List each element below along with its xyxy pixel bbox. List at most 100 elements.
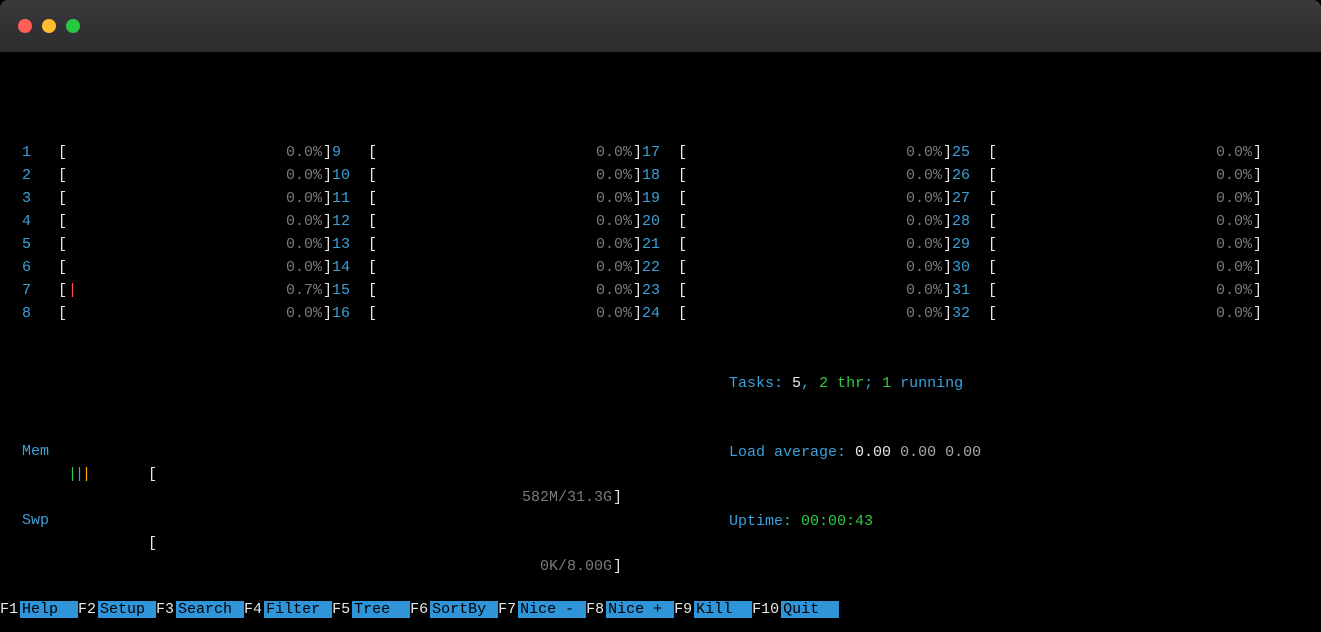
cpu-label: 30 xyxy=(952,256,988,279)
cpu-meter-10: 10[0.0%] xyxy=(332,164,642,187)
fnbtn-sortby[interactable]: SortBy xyxy=(430,601,498,618)
cpu-label: 26 xyxy=(952,164,988,187)
cpu-pct: 0.0% xyxy=(596,164,632,187)
fnbtn-kill[interactable]: Kill xyxy=(694,601,752,618)
cpu-pct: 0.0% xyxy=(1216,302,1252,325)
cpu-pct: 0.7% xyxy=(286,279,322,302)
cpu-label: 15 xyxy=(332,279,368,302)
cpu-pct: 0.0% xyxy=(286,302,322,325)
cpu-pct: 0.0% xyxy=(596,187,632,210)
cpu-pct: 0.0% xyxy=(286,141,322,164)
cpu-pct: 0.0% xyxy=(1216,256,1252,279)
terminal-window: 1[0.0%]2[0.0%]3[0.0%]4[0.0%]5[0.0%]6[0.0… xyxy=(0,0,1321,632)
cpu-bar: [0.0%] xyxy=(988,279,1262,302)
cpu-meter-25: 25[0.0%] xyxy=(952,141,1262,164)
cpu-bar: [0.0%] xyxy=(368,210,642,233)
cpu-pct: 0.0% xyxy=(596,141,632,164)
cpu-meter-30: 30[0.0%] xyxy=(952,256,1262,279)
fnkey-f4: F4 xyxy=(244,601,264,618)
cpu-pct: 0.0% xyxy=(906,141,942,164)
cpu-label: 29 xyxy=(952,233,988,256)
cpu-bar: [0.0%] xyxy=(368,141,642,164)
cpu-meter-5: 5[0.0%] xyxy=(22,233,332,256)
cpu-label: 9 xyxy=(332,141,368,164)
cpu-label: 8 xyxy=(22,302,58,325)
maximize-icon[interactable] xyxy=(66,19,80,33)
cpu-meter-12: 12[0.0%] xyxy=(332,210,642,233)
cpu-bar: [0.0%] xyxy=(678,210,952,233)
cpu-bar: [0.0%] xyxy=(368,302,642,325)
cpu-meter-11: 11[0.0%] xyxy=(332,187,642,210)
fnbtn-tree[interactable]: Tree xyxy=(352,601,410,618)
cpu-pct: 0.0% xyxy=(906,164,942,187)
cpu-meter-31: 31[0.0%] xyxy=(952,279,1262,302)
cpu-pct: 0.0% xyxy=(1216,279,1252,302)
cpu-bar: [|0.7%] xyxy=(58,279,332,302)
fnbtn-search[interactable]: Search xyxy=(176,601,244,618)
cpu-pct: 0.0% xyxy=(596,210,632,233)
cpu-bar: [0.0%] xyxy=(988,233,1262,256)
cpu-meter-13: 13[0.0%] xyxy=(332,233,642,256)
fnbtn-filter[interactable]: Filter xyxy=(264,601,332,618)
cpu-bar: [0.0%] xyxy=(678,279,952,302)
system-summary: Tasks: 5, 2 thr; 1 running Load average:… xyxy=(657,303,981,556)
fnbtn-nice[interactable]: Nice - xyxy=(518,601,586,618)
cpu-label: 4 xyxy=(22,210,58,233)
cpu-label: 25 xyxy=(952,141,988,164)
cpu-bar: [0.0%] xyxy=(58,302,332,325)
cpu-label: 21 xyxy=(642,233,678,256)
cpu-pct: 0.0% xyxy=(596,302,632,325)
fnkey-f3: F3 xyxy=(156,601,176,618)
cpu-pct: 0.0% xyxy=(1216,233,1252,256)
cpu-bar: [0.0%] xyxy=(58,256,332,279)
cpu-bar: [0.0%] xyxy=(988,187,1262,210)
cpu-pct: 0.0% xyxy=(596,279,632,302)
fnbtn-setup[interactable]: Setup xyxy=(98,601,156,618)
cpu-pct: 0.0% xyxy=(286,233,322,256)
cpu-meter-8: 8[0.0%] xyxy=(22,302,332,325)
cpu-pct: 0.0% xyxy=(596,233,632,256)
cpu-bar: [0.0%] xyxy=(988,141,1262,164)
cpu-pct: 0.0% xyxy=(906,210,942,233)
cpu-label: 10 xyxy=(332,164,368,187)
close-icon[interactable] xyxy=(18,19,32,33)
fnbtn-help[interactable]: Help xyxy=(20,601,78,618)
cpu-bar: [0.0%] xyxy=(678,256,952,279)
cpu-label: 11 xyxy=(332,187,368,210)
cpu-meter-15: 15[0.0%] xyxy=(332,279,642,302)
cpu-label: 1 xyxy=(22,141,58,164)
cpu-label: 23 xyxy=(642,279,678,302)
mem-value: 582M/31.3G xyxy=(522,486,612,509)
cpu-label: 22 xyxy=(642,256,678,279)
minimize-icon[interactable] xyxy=(42,19,56,33)
cpu-meter-23: 23[0.0%] xyxy=(642,279,952,302)
cpu-meter-19: 19[0.0%] xyxy=(642,187,952,210)
fnbtn-nice[interactable]: Nice + xyxy=(606,601,674,618)
cpu-meter-4: 4[0.0%] xyxy=(22,210,332,233)
cpu-pct: 0.0% xyxy=(906,233,942,256)
swp-bar: [ 0K/8.00G] xyxy=(58,509,622,601)
cpu-bar: [0.0%] xyxy=(368,279,642,302)
cpu-pct: 0.0% xyxy=(286,164,322,187)
cpu-bar: [0.0%] xyxy=(368,187,642,210)
cpu-pct: 0.0% xyxy=(286,210,322,233)
cpu-meter-32: 32[0.0%] xyxy=(952,302,1262,325)
cpu-bar: [0.0%] xyxy=(988,302,1262,325)
cpu-label: 16 xyxy=(332,302,368,325)
cpu-pct: 0.0% xyxy=(1216,187,1252,210)
fnkey-f5: F5 xyxy=(332,601,352,618)
fnbtn-quit[interactable]: Quit xyxy=(781,601,839,618)
cpu-label: 19 xyxy=(642,187,678,210)
cpu-pct: 0.0% xyxy=(906,256,942,279)
cpu-meter-3: 3[0.0%] xyxy=(22,187,332,210)
cpu-meter-22: 22[0.0%] xyxy=(642,256,952,279)
cpu-bar: [0.0%] xyxy=(368,256,642,279)
cpu-meter-17: 17[0.0%] xyxy=(642,141,952,164)
cpu-meter-16: 16[0.0%] xyxy=(332,302,642,325)
cpu-label: 14 xyxy=(332,256,368,279)
cpu-meter-21: 21[0.0%] xyxy=(642,233,952,256)
cpu-bar: [0.0%] xyxy=(58,141,332,164)
cpu-meter-6: 6[0.0%] xyxy=(22,256,332,279)
cpu-meter-1: 1[0.0%] xyxy=(22,141,332,164)
cpu-meter-9: 9[0.0%] xyxy=(332,141,642,164)
